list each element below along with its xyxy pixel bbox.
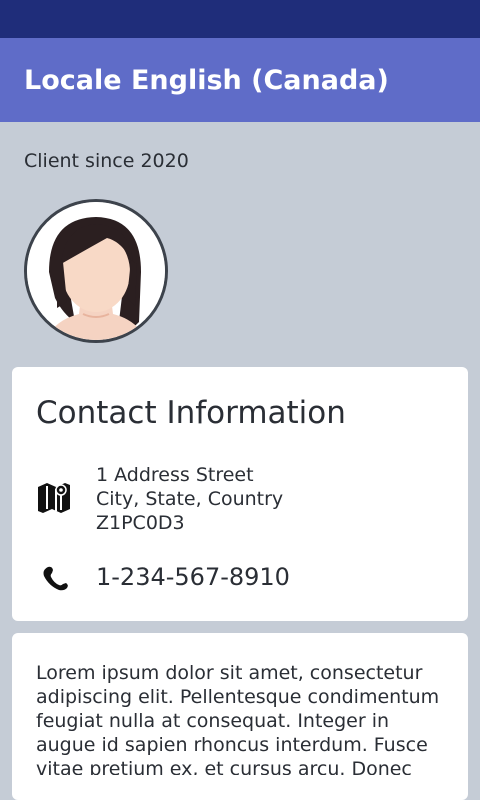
status-bar	[0, 0, 480, 38]
address-block: 1 Address Street City, State, Country Z1…	[96, 463, 283, 535]
contact-heading: Contact Information	[36, 395, 346, 431]
about-text: Lorem ipsum dolor sit amet, consectetur …	[36, 662, 440, 775]
client-since-label: Client since 2020	[24, 150, 189, 172]
address-line-1: 1 Address Street	[96, 464, 254, 486]
address-line-3: Z1PC0D3	[96, 512, 185, 534]
avatar	[24, 199, 168, 343]
map-icon	[36, 481, 72, 517]
app-bar: Locale English (Canada)	[0, 38, 480, 122]
about-card: Lorem ipsum dolor sit amet, consectetur …	[12, 633, 468, 800]
address-line-2: City, State, Country	[96, 488, 284, 510]
phone-icon[interactable]	[40, 564, 70, 596]
app-title: Locale English (Canada)	[24, 64, 389, 96]
contact-card: Contact Information 1 Address Street Cit…	[12, 367, 468, 621]
phone-number[interactable]: 1-234-567-8910	[96, 563, 290, 591]
